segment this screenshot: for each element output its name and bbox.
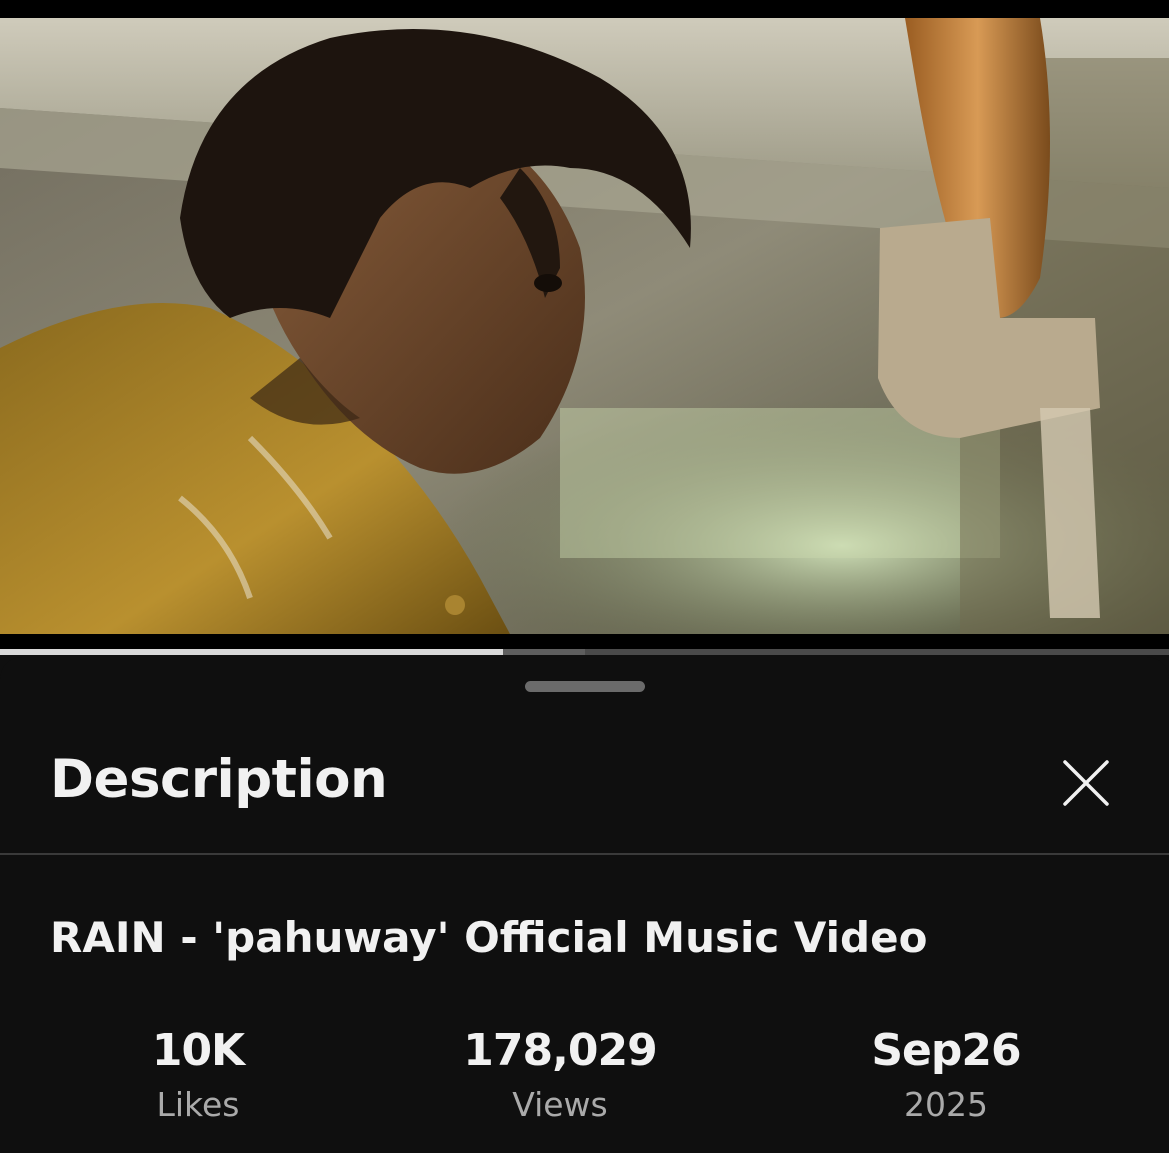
likes-label: Likes	[156, 1085, 240, 1124]
upload-date: Sep26	[871, 1025, 1021, 1076]
views-label: Views	[512, 1085, 608, 1124]
video-title: RAIN - 'pahuway' Official Music Video	[50, 913, 928, 962]
upload-year: 2025	[904, 1085, 988, 1124]
date-stat: Sep26 2025	[796, 1025, 1096, 1127]
status-area	[0, 0, 1169, 18]
description-sheet: Description RAIN - 'pahuway' Official Mu…	[0, 657, 1169, 1153]
video-frame	[0, 18, 1169, 634]
sheet-title: Description	[50, 749, 388, 810]
youtube-description-screen: Description RAIN - 'pahuway' Official Mu…	[0, 0, 1169, 1153]
video-progress-bar[interactable]	[0, 649, 1169, 655]
views-count: 178,029	[463, 1025, 657, 1076]
video-controls-area	[0, 634, 1169, 649]
close-icon	[1063, 760, 1109, 806]
likes-stat: 10K Likes	[48, 1025, 348, 1127]
drag-handle[interactable]	[525, 681, 645, 692]
close-button[interactable]	[1058, 755, 1114, 811]
progress-played	[0, 649, 503, 655]
views-stat: 178,029 Views	[410, 1025, 710, 1127]
video-player[interactable]	[0, 18, 1169, 634]
likes-count: 10K	[151, 1025, 245, 1076]
divider	[0, 853, 1169, 855]
